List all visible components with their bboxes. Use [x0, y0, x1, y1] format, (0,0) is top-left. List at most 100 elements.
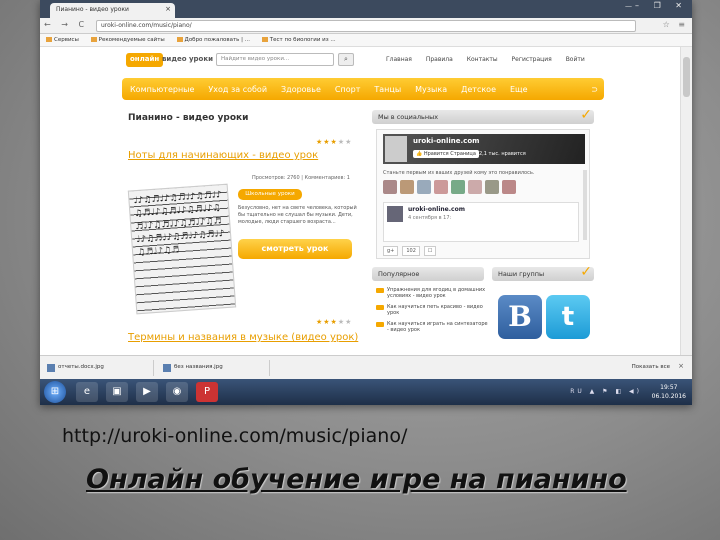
list-item[interactable]: Как научиться играть на синтезаторе - ви…: [376, 321, 488, 333]
avatar[interactable]: [502, 180, 516, 194]
bookmark-item[interactable]: Рекомендуемые сайты: [90, 37, 165, 43]
rss-icon[interactable]: ⊃: [591, 85, 598, 94]
lesson-rating[interactable]: ★★★★★: [316, 318, 352, 326]
avatar[interactable]: [417, 180, 431, 194]
groups-header-label: Наши группы: [498, 270, 545, 278]
share-count: 102: [402, 246, 420, 256]
download-item[interactable]: отчеты.docx.jpg: [44, 360, 154, 376]
explorer-icon[interactable]: ▣: [106, 382, 128, 402]
bookmark-item[interactable]: Сервисы: [46, 37, 79, 43]
media-player-icon[interactable]: ▶: [136, 382, 158, 402]
menu-selfcare[interactable]: Уход за собой: [208, 85, 267, 94]
top-nav-home[interactable]: Главная: [386, 56, 412, 63]
page-scrollbar[interactable]: [680, 47, 692, 355]
rating-stars-on: ★★★: [316, 318, 338, 326]
lesson-title-link[interactable]: Ноты для начинающих - видео урок: [128, 150, 318, 161]
fb-faces: [383, 180, 516, 194]
tab-title: Пианино - видео уроки: [56, 6, 129, 13]
top-nav-register[interactable]: Регистрация: [512, 56, 552, 63]
ie-icon[interactable]: e: [76, 382, 98, 402]
start-button[interactable]: ⊞: [44, 381, 66, 403]
menu-more[interactable]: Еще: [510, 85, 528, 94]
top-nav: Главная Правила Контакты Регистрация Вой…: [386, 56, 597, 63]
fb-friends-text: Станьте первым из ваших друзей кому это …: [383, 170, 535, 176]
menu-sport[interactable]: Спорт: [335, 85, 360, 94]
bookmark-item[interactable]: Тест по биологии из ...: [261, 37, 336, 43]
user-chip[interactable]: —: [625, 2, 632, 10]
twitter-icon[interactable]: t: [546, 295, 590, 339]
popular-list: Упражнения для ягодиц в домашних условия…: [376, 287, 488, 338]
avatar[interactable]: [451, 180, 465, 194]
share-row: g+ 102 ☐: [383, 246, 437, 256]
menu-dance[interactable]: Танцы: [374, 85, 401, 94]
top-nav-rules[interactable]: Правила: [426, 56, 453, 63]
menu-music[interactable]: Музыка: [415, 85, 447, 94]
widget-scrollbar[interactable]: [583, 170, 587, 240]
lesson-rating[interactable]: ★★★★★: [316, 138, 352, 146]
fb-post: uroki-online.com 4 сентября в 17:: [383, 202, 579, 242]
browser-tab[interactable]: Пианино - видео уроки ×: [50, 3, 175, 18]
lesson-title-link[interactable]: Термины и названия в музыке (видео урок): [128, 332, 378, 344]
list-item[interactable]: Как научиться петь красиво - видео урок: [376, 304, 488, 316]
post-avatar: [387, 206, 403, 222]
nav-buttons[interactable]: ← → C: [44, 20, 88, 29]
lesson-description: Безусловно, нет на свете человека, котор…: [238, 205, 357, 225]
apps-icon: [46, 37, 52, 42]
post-author[interactable]: uroki-online.com: [408, 206, 465, 213]
avatar[interactable]: [485, 180, 499, 194]
bookmark-star-icon[interactable]: ☆ ≡: [663, 20, 688, 29]
tab-close-icon[interactable]: ×: [165, 5, 171, 13]
popular-section-header: Популярное: [372, 267, 484, 281]
search-icon[interactable]: ⌕: [338, 53, 354, 66]
category-tag[interactable]: Школьные уроки: [238, 189, 302, 200]
top-nav-login[interactable]: Войти: [566, 56, 585, 63]
system-tray[interactable]: RU ▲ ⚑ ◧ ◀): [570, 388, 642, 395]
rating-stars-off: ★★: [337, 318, 353, 326]
address-bar-row: ← → C uroki-online.com/music/piano/ ☆ ≡: [40, 18, 692, 34]
bookmarks-bar: Сервисы Рекомендуемые сайты Добро пожало…: [40, 34, 692, 47]
site-logo-subtitle[interactable]: видео уроки: [162, 55, 213, 63]
list-item[interactable]: Упражнения для ягодиц в домашних условия…: [376, 287, 488, 299]
clock-date: 06.10.2016: [651, 393, 686, 400]
top-nav-contacts[interactable]: Контакты: [467, 56, 498, 63]
avatar[interactable]: [400, 180, 414, 194]
sheet-music-image[interactable]: ♩♪♫♬♩♪♫♬♩♪♫♬♩♪♫♬♩♪♫♬♩♪♫♬♩♪♫♬♩♪♫♬♩♪♫♬♩♪♫♬…: [127, 183, 237, 315]
show-all-downloads-link[interactable]: Показать все: [632, 364, 670, 370]
clock[interactable]: 19:57 06.10.2016: [652, 383, 686, 401]
bookmark-item[interactable]: Добро пожаловать | ...: [176, 37, 250, 43]
page-title: Пианино - видео уроки: [128, 113, 249, 123]
fb-cover[interactable]: uroki-online.com 👍 Нравится Страница 2,1…: [383, 134, 585, 164]
slide-title: Онлайн обучение игре на пианино: [86, 464, 627, 495]
site-search-input[interactable]: Найдите видео уроки...: [216, 53, 334, 66]
chrome-icon[interactable]: ◉: [166, 382, 188, 402]
watch-lesson-button[interactable]: смотреть урок: [238, 239, 352, 259]
page-icon: [261, 37, 268, 42]
site-logo[interactable]: онлайн: [126, 53, 164, 67]
social-header-label: Мы в социальных: [378, 113, 439, 121]
url-input[interactable]: uroki-online.com/music/piano/: [96, 20, 636, 32]
video-icon: [376, 322, 384, 327]
sheet-notes: ♩♪♫♬♩♪♫♬♩♪♫♬♩♪♫♬♩♪♫♬♩♪♫♬♩♪♫♬♩♪♫♬♩♪♫♬♩♪♫♬…: [133, 190, 225, 259]
download-item[interactable]: без названия.jpg: [160, 360, 270, 376]
avatar[interactable]: [434, 180, 448, 194]
check-icon: ✓: [580, 107, 592, 123]
social-section-header: Мы в социальных ✓: [372, 107, 594, 124]
popular-header-label: Популярное: [378, 270, 420, 278]
menu-computers[interactable]: Компьютерные: [130, 85, 194, 94]
window-controls[interactable]: – ❐ ✕: [635, 1, 688, 10]
menu-kids[interactable]: Детское: [461, 85, 496, 94]
gplus-button[interactable]: g+: [383, 246, 399, 256]
share-icon[interactable]: ☐: [423, 246, 437, 256]
vk-icon[interactable]: B: [498, 295, 542, 339]
powerpoint-icon[interactable]: P: [196, 382, 218, 402]
close-icon[interactable]: ×: [678, 362, 684, 370]
fb-like-count: 2,1 тыс. нравится: [479, 151, 526, 157]
video-icon: [376, 305, 384, 310]
fb-page-avatar: [385, 136, 407, 162]
avatar[interactable]: [383, 180, 397, 194]
scrollbar-thumb[interactable]: [683, 57, 690, 97]
avatar[interactable]: [468, 180, 482, 194]
fb-page-name[interactable]: uroki-online.com: [413, 137, 479, 145]
fb-like-button[interactable]: 👍 Нравится Страница: [413, 150, 479, 158]
menu-health[interactable]: Здоровье: [281, 85, 321, 94]
